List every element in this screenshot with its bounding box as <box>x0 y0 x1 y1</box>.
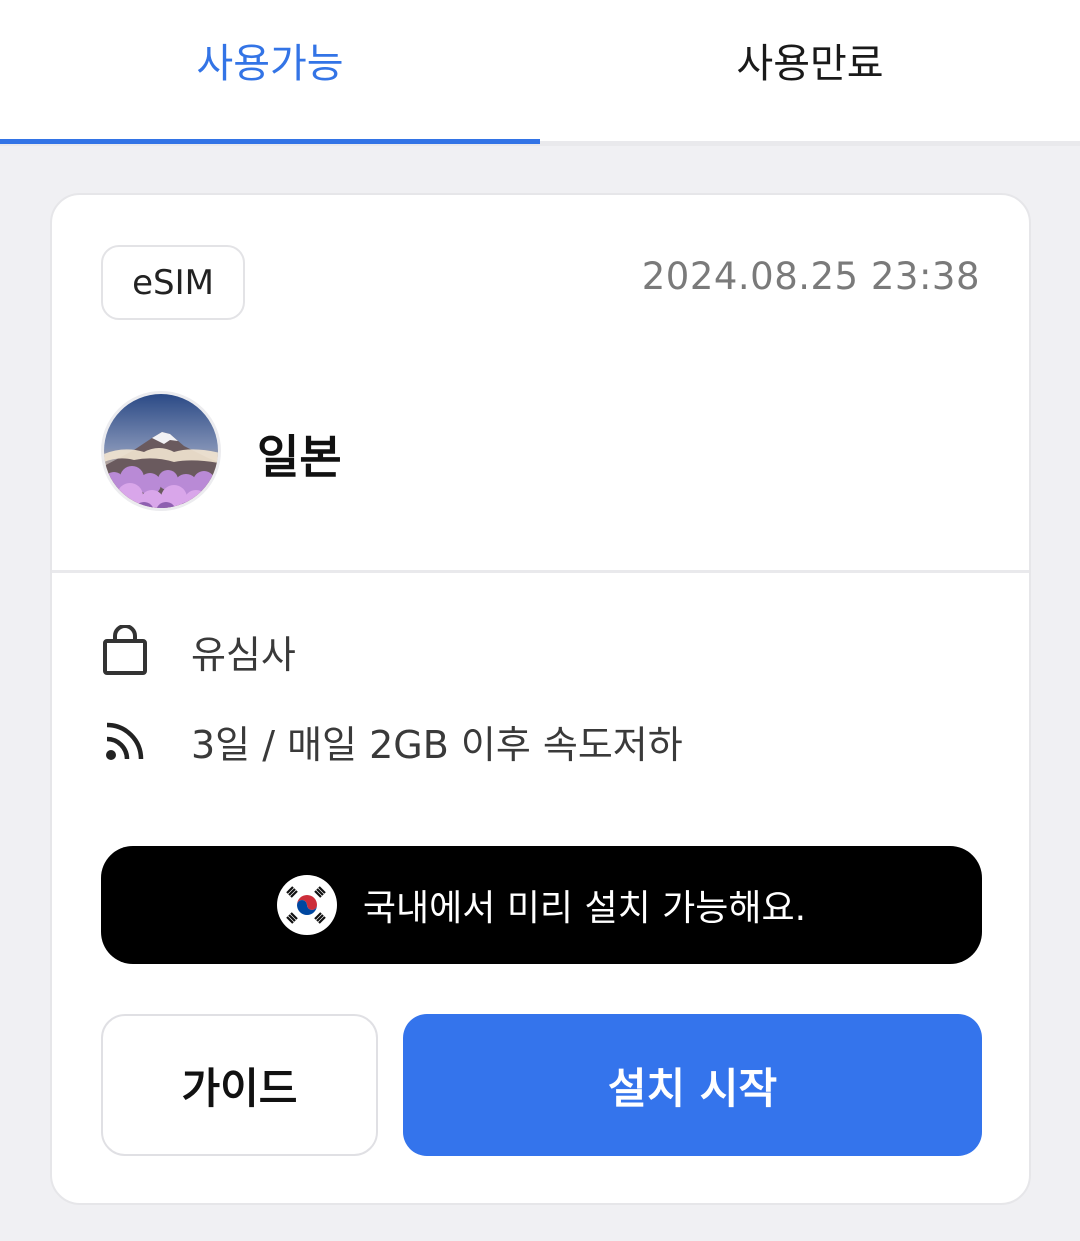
country-name: 일본 <box>257 430 342 484</box>
plan-text: 3일 / 매일 2GB 이후 속도저하 <box>191 722 683 767</box>
purchase-datetime: 2024.08.25 23:38 <box>641 255 980 298</box>
esim-card[interactable]: eSIM 2024.08.25 23:38 일본 유심사 3일 / 매일 2GB… <box>50 193 1031 1205</box>
tab-bar: 사용가능 사용만료 <box>0 0 1080 146</box>
active-tab-indicator <box>0 139 540 144</box>
esim-badge: eSIM <box>101 245 245 320</box>
rss-signal-icon <box>101 713 157 769</box>
mount-fuji-image <box>104 394 218 508</box>
guide-button[interactable]: 가이드 <box>101 1014 378 1156</box>
plan-row: 3일 / 매일 2GB 이후 속도저하 <box>101 713 683 769</box>
tab-available[interactable]: 사용가능 <box>0 0 540 141</box>
provider-text: 유심사 <box>191 632 296 677</box>
tab-expired[interactable]: 사용만료 <box>540 0 1080 141</box>
korea-flag-icon <box>276 875 337 935</box>
domestic-install-banner[interactable]: 국내에서 미리 설치 가능해요. <box>101 846 982 964</box>
install-start-button[interactable]: 설치 시작 <box>403 1014 982 1156</box>
shopping-bag-icon <box>101 623 157 679</box>
country-avatar <box>101 391 221 511</box>
provider-row: 유심사 <box>101 623 296 679</box>
banner-text: 국내에서 미리 설치 가능해요. <box>362 888 807 929</box>
card-divider <box>52 570 1029 573</box>
